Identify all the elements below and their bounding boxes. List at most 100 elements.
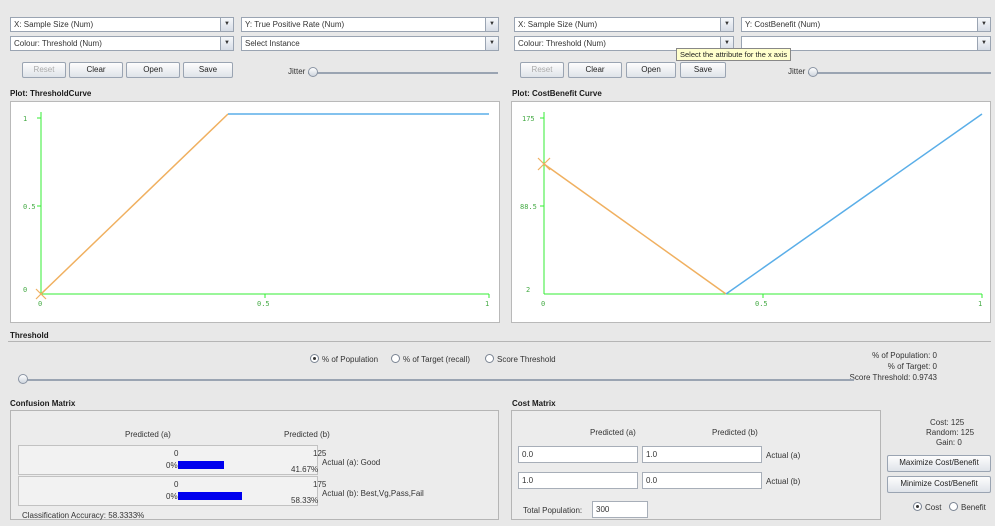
cell-b-b-count: 175 (313, 480, 327, 489)
cell-b-b-bar (178, 492, 242, 500)
left-x-axis-select[interactable]: X: Sample Size (Num) ▼ (10, 17, 234, 32)
threshold-panel (8, 341, 991, 393)
right-colour-value: Colour: Threshold (Num) (518, 39, 606, 48)
cost-matrix-panel (511, 410, 881, 520)
cost-b-b-field[interactable]: 0.0 (642, 472, 762, 489)
curve-segment-high (725, 113, 983, 295)
chevron-down-icon: ▼ (220, 37, 233, 50)
confusion-col-a-header: Predicted (a) (125, 430, 171, 439)
cost-actual-a-label: Actual (a) (766, 451, 801, 460)
left-plot-title: Plot: ThresholdCurve (10, 89, 92, 98)
score-threshold-radio-label: Score Threshold (497, 355, 556, 364)
left-instance-select[interactable]: Select Instance ▼ (241, 36, 499, 51)
curve-segment-low (543, 163, 727, 295)
left-y-axis-value: Y: True Positive Rate (Num) (245, 20, 345, 29)
total-population-field[interactable]: 300 (592, 501, 648, 518)
curve-segment-low (40, 113, 229, 295)
right-x-axis-select[interactable]: X: Sample Size (Num) ▼ (514, 17, 734, 32)
gain-readout: Gain: 0 (936, 438, 962, 447)
chevron-down-icon: ▼ (485, 18, 498, 31)
cost-a-b-field[interactable]: 1.0 (642, 446, 762, 463)
y-tick-label: 0.5 (23, 203, 36, 211)
left-jitter-slider[interactable] (308, 72, 498, 74)
threshold-slider-knob[interactable] (18, 374, 28, 384)
right-reset-button[interactable]: Reset (520, 62, 564, 78)
chevron-down-icon: ▼ (720, 18, 733, 31)
right-y-axis-value: Y: CostBenefit (Num) (745, 20, 821, 29)
cost-radio-label: Cost (925, 503, 942, 512)
right-clear-button[interactable]: Clear (568, 62, 622, 78)
maximize-cost-benefit-button[interactable]: Maximize Cost/Benefit (887, 455, 991, 472)
threshold-slider[interactable] (20, 379, 854, 381)
cell-b-a-pct: 0% (166, 492, 178, 501)
x-axis-tooltip: Select the attribute for the x axis (676, 48, 792, 61)
x-tick-label: 0 (541, 300, 545, 308)
left-clear-button[interactable]: Clear (69, 62, 123, 78)
score-threshold-readout: Score Threshold: 0.9743 (849, 373, 937, 382)
right-open-button[interactable]: Open (626, 62, 676, 78)
target-radio-label: % of Target (recall) (403, 355, 470, 364)
right-jitter-label: Jitter (788, 67, 806, 76)
y-tick-label: 0 (23, 286, 27, 294)
right-y-axis-select[interactable]: Y: CostBenefit (Num) ▼ (741, 17, 991, 32)
classification-accuracy: Classification Accuracy: 58.3333% (22, 511, 145, 520)
confusion-row-b (18, 476, 318, 506)
confusion-matrix-title: Confusion Matrix (10, 399, 76, 408)
y-tick-label: 2 (526, 286, 530, 294)
left-colour-value: Colour: Threshold (Num) (14, 39, 102, 48)
left-y-axis-select[interactable]: Y: True Positive Rate (Num) ▼ (241, 17, 499, 32)
chevron-down-icon: ▼ (977, 18, 990, 31)
pct-population-readout: % of Population: 0 (872, 351, 937, 360)
x-tick-label: 0.5 (257, 300, 270, 308)
left-save-button[interactable]: Save (183, 62, 233, 78)
x-tick-label: 0.5 (755, 300, 768, 308)
left-open-button[interactable]: Open (126, 62, 180, 78)
left-instance-value: Select Instance (245, 39, 300, 48)
cost-b-a-field[interactable]: 1.0 (518, 472, 638, 489)
left-jitter-knob[interactable] (308, 67, 318, 77)
random-readout: Random: 125 (926, 428, 975, 437)
pct-target-readout: % of Target: 0 (887, 362, 937, 371)
threshold-title: Threshold (10, 331, 49, 340)
cell-a-b-pct: 41.67% (291, 465, 319, 474)
threshold-curve-svg: 1 0.5 0 0 0.5 1 (23, 112, 490, 308)
y-tick-label: 1 (23, 115, 27, 123)
cost-radio[interactable] (913, 502, 922, 511)
actual-b-label: Actual (b): Best,Vg,Pass,Fail (322, 489, 424, 498)
population-radio[interactable] (310, 354, 319, 363)
left-jitter-label: Jitter (288, 67, 306, 76)
left-colour-select[interactable]: Colour: Threshold (Num) ▼ (10, 36, 234, 51)
left-x-axis-value: X: Sample Size (Num) (14, 20, 94, 29)
cost-benefit-plot: 175 88.5 2 0 0.5 1 (511, 101, 991, 323)
cost-readout: Cost: 125 (930, 418, 965, 427)
chevron-down-icon: ▼ (485, 37, 498, 50)
right-jitter-knob[interactable] (808, 67, 818, 77)
right-save-button[interactable]: Save (680, 62, 726, 78)
right-x-axis-value: X: Sample Size (Num) (518, 20, 598, 29)
actual-a-label: Actual (a): Good (322, 458, 381, 467)
chevron-down-icon: ▼ (220, 18, 233, 31)
total-population-label: Total Population: (523, 506, 583, 515)
cost-col-a-header: Predicted (a) (590, 428, 636, 437)
cost-matrix-title: Cost Matrix (512, 399, 556, 408)
minimize-cost-benefit-button[interactable]: Minimize Cost/Benefit (887, 476, 991, 493)
cell-a-a-pct: 0% (166, 461, 178, 470)
y-tick-label: 88.5 (520, 203, 537, 211)
x-tick-label: 1 (978, 300, 982, 308)
right-jitter-slider[interactable] (808, 72, 991, 74)
benefit-radio-label: Benefit (961, 503, 986, 512)
target-radio[interactable] (391, 354, 400, 363)
x-tick-label: 0 (38, 300, 42, 308)
score-threshold-radio[interactable] (485, 354, 494, 363)
right-plot-title: Plot: CostBenefit Curve (512, 89, 602, 98)
cell-a-b-count: 125 (313, 449, 327, 458)
x-tick-label: 1 (485, 300, 489, 308)
threshold-curve-plot: 1 0.5 0 0 0.5 1 (10, 101, 500, 323)
confusion-row-a (18, 445, 318, 475)
chevron-down-icon: ▼ (977, 37, 990, 50)
left-reset-button[interactable]: Reset (22, 62, 66, 78)
benefit-radio[interactable] (949, 502, 958, 511)
cell-a-a-count: 0 (174, 449, 179, 458)
cost-a-a-field[interactable]: 0.0 (518, 446, 638, 463)
cell-b-a-count: 0 (174, 480, 179, 489)
